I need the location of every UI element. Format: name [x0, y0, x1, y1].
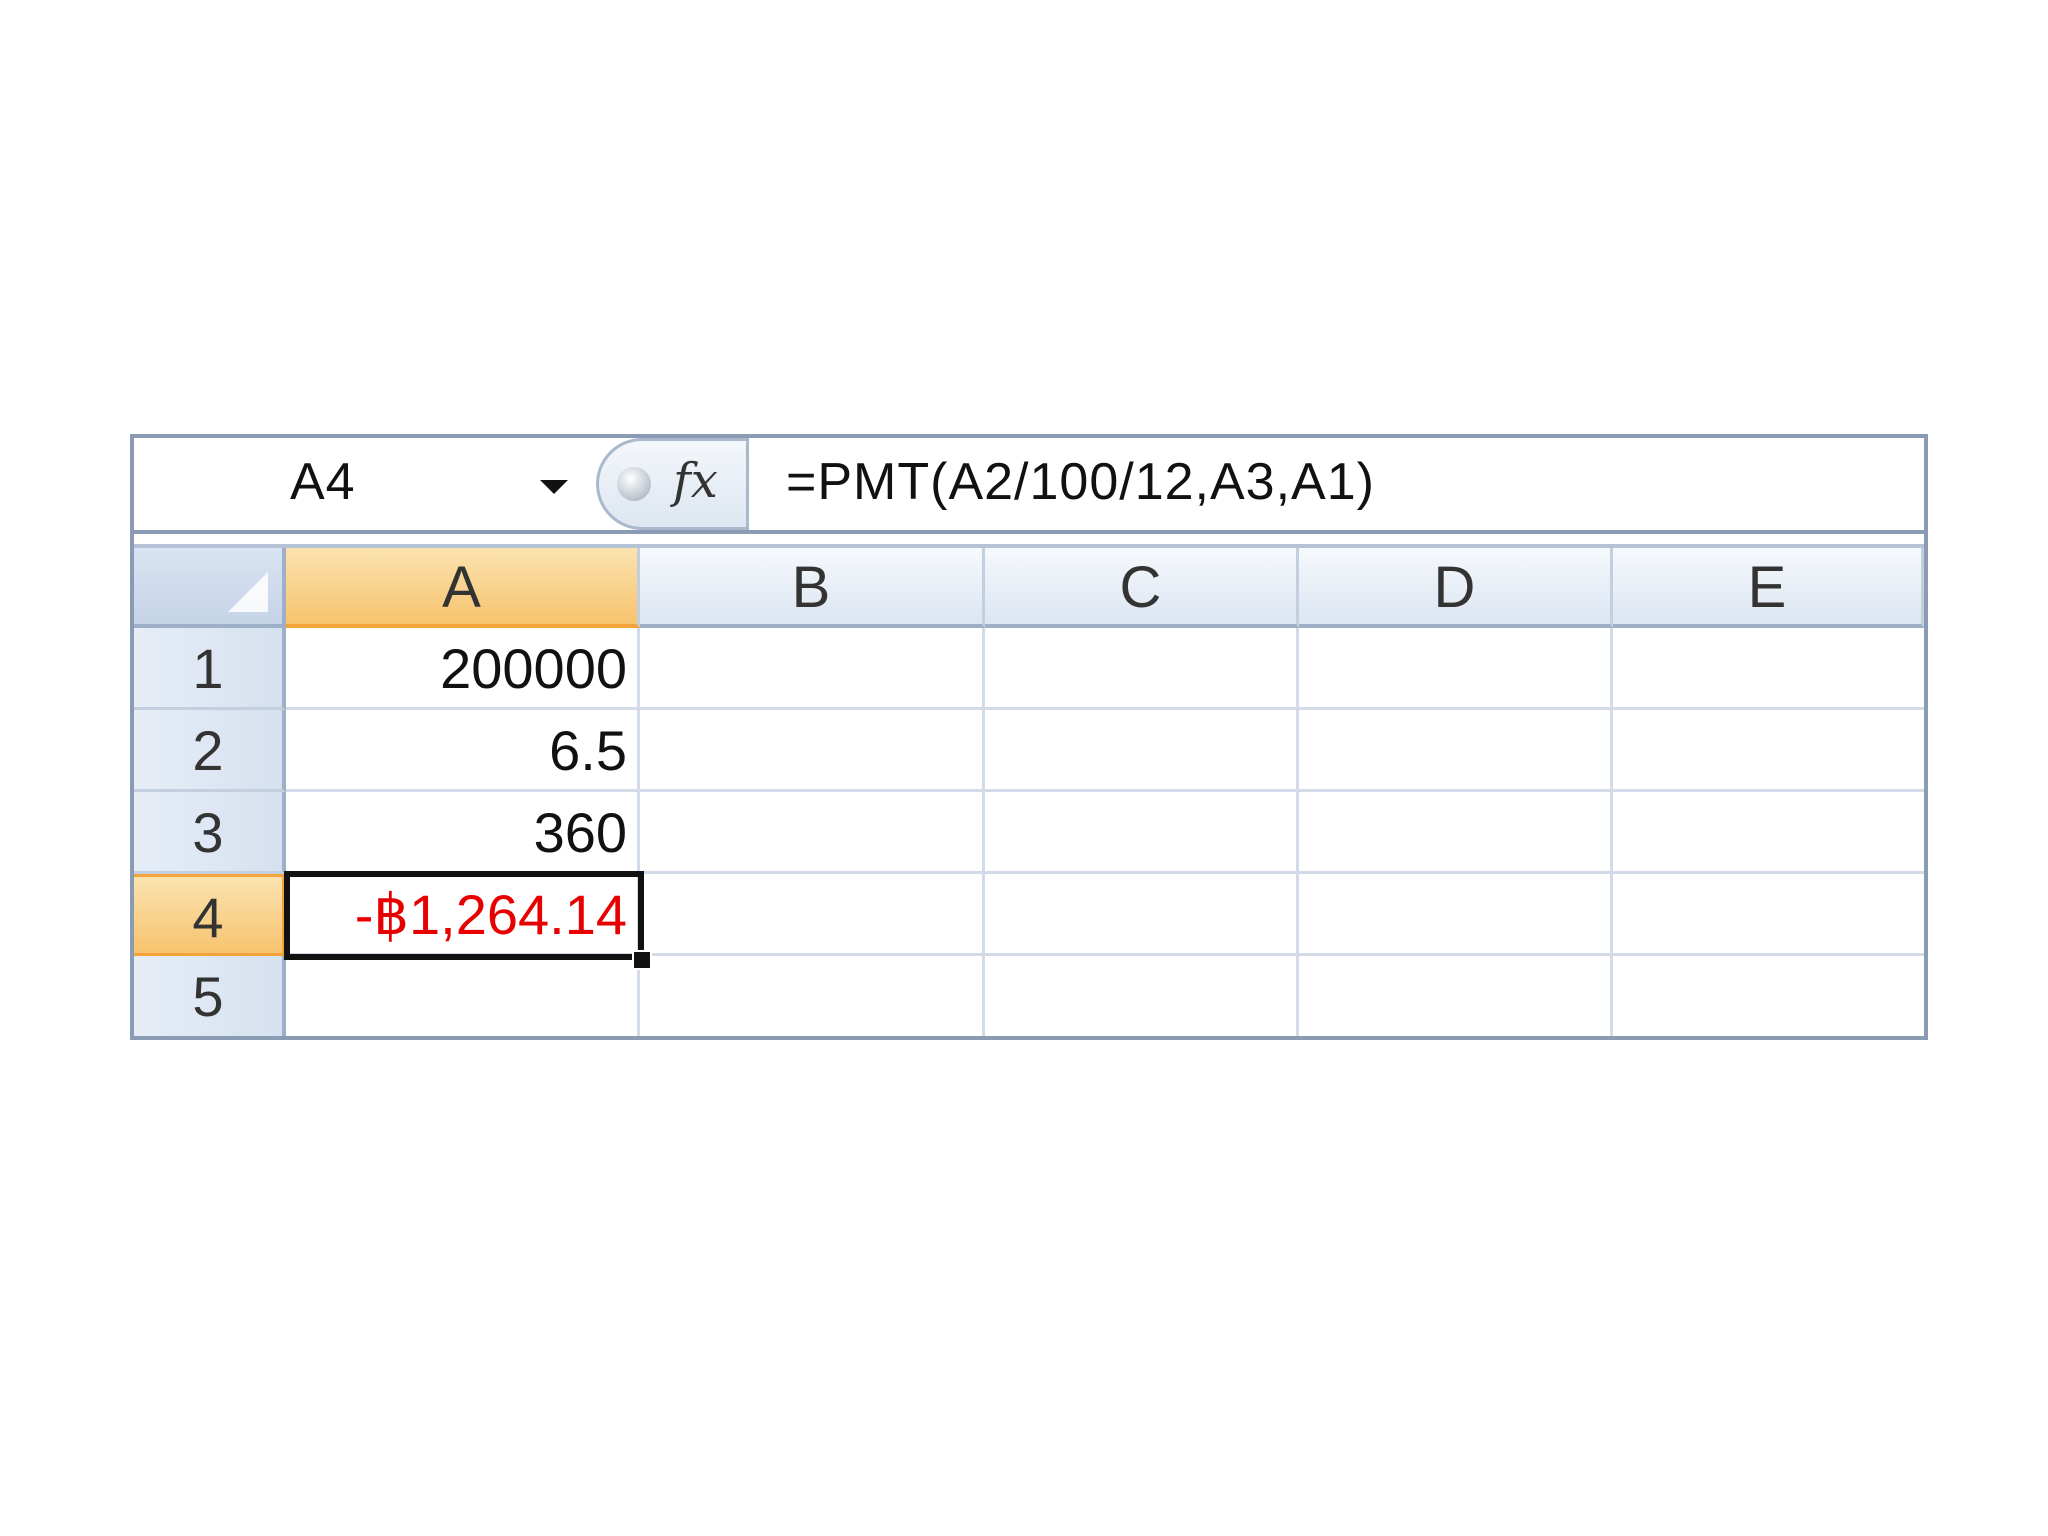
cell-e1[interactable] [1613, 628, 1924, 710]
cell-a2[interactable]: 6.5 [286, 710, 640, 792]
cell-d5[interactable] [1299, 956, 1613, 1036]
insert-function-button[interactable]: fx [596, 438, 746, 530]
cell-b4[interactable] [640, 874, 985, 956]
name-box[interactable]: A4 [134, 438, 594, 530]
cell-b3[interactable] [640, 792, 985, 874]
cell-d4[interactable] [1299, 874, 1613, 956]
cell-b2[interactable] [640, 710, 985, 792]
column-header-e[interactable]: E [1613, 548, 1924, 628]
formula-input[interactable]: =PMT(A2/100/12,A3,A1) [786, 452, 1375, 512]
cell-a5[interactable] [286, 956, 640, 1036]
name-box-value[interactable]: A4 [290, 452, 356, 512]
cell-b5[interactable] [640, 956, 985, 1036]
column-header-d[interactable]: D [1299, 548, 1613, 628]
formula-bar-separator [134, 534, 1924, 548]
cell-d3[interactable] [1299, 792, 1613, 874]
cell-c4[interactable] [985, 874, 1299, 956]
row-header-5[interactable]: 5 [134, 956, 286, 1036]
cell-c2[interactable] [985, 710, 1299, 792]
cell-c5[interactable] [985, 956, 1299, 1036]
select-all-triangle-icon [228, 572, 268, 612]
cell-c3[interactable] [985, 792, 1299, 874]
column-header-b[interactable]: B [640, 548, 985, 628]
cell-e4[interactable] [1613, 874, 1924, 956]
cell-d1[interactable] [1299, 628, 1613, 710]
row-header-3[interactable]: 3 [134, 792, 286, 874]
chevron-down-icon[interactable] [540, 480, 568, 494]
cell-e2[interactable] [1613, 710, 1924, 792]
cancel-circle-icon[interactable] [617, 467, 651, 501]
fx-icon[interactable]: fx [673, 453, 718, 509]
cell-a1[interactable]: 200000 [286, 628, 640, 710]
cell-e3[interactable] [1613, 792, 1924, 874]
select-all-button[interactable] [134, 548, 286, 628]
cell-d2[interactable] [1299, 710, 1613, 792]
formula-bar-divider [746, 438, 749, 530]
row-header-2[interactable]: 2 [134, 710, 286, 792]
cell-a4[interactable]: -฿1,264.14 [286, 874, 640, 956]
cell-e5[interactable] [1613, 956, 1924, 1036]
row-header-4[interactable]: 4 [134, 874, 286, 956]
worksheet-grid: A B C D E 1 2 3 4 5 200000 6.5 360 -฿1,2… [134, 548, 1924, 1036]
column-header-c[interactable]: C [985, 548, 1299, 628]
row-header-1[interactable]: 1 [134, 628, 286, 710]
spreadsheet-window: A4 fx =PMT(A2/100/12,A3,A1) A B C D E 1 … [130, 434, 1928, 1040]
column-header-a[interactable]: A [286, 548, 640, 628]
formula-bar: A4 fx =PMT(A2/100/12,A3,A1) [134, 438, 1924, 534]
cell-a3[interactable]: 360 [286, 792, 640, 874]
cell-b1[interactable] [640, 628, 985, 710]
fill-handle[interactable] [632, 950, 652, 970]
cell-c1[interactable] [985, 628, 1299, 710]
